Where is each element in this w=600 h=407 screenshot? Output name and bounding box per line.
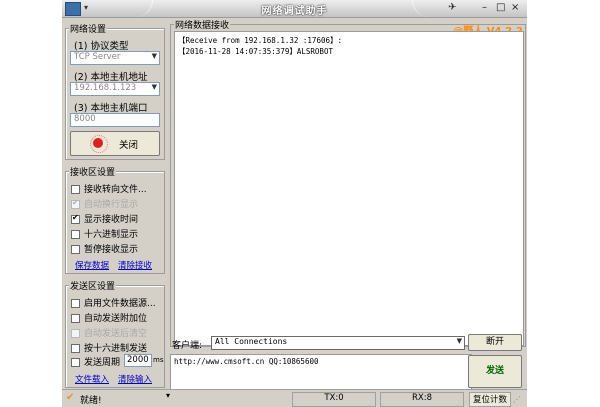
auto-clear-checkbox[interactable] <box>71 329 80 338</box>
auto-append-checkbox[interactable] <box>71 314 80 323</box>
data-panel: 网络数据接收 @野人 V4.2.2 【Receive from 192.168.… <box>166 18 527 394</box>
window-title: 网络调试助手 <box>261 6 328 17</box>
minimize-button[interactable]: – <box>482 2 487 13</box>
chevron-down-icon: ▼ <box>151 83 157 91</box>
checkmark-icon: ✔ <box>72 213 79 222</box>
host-value: 192.168.1.123 <box>74 83 137 93</box>
rx-text-area[interactable]: 【Receive from 192.168.1.32 :17606】: 【201… <box>174 31 524 346</box>
file-source-checkbox[interactable] <box>71 299 80 308</box>
send-button[interactable]: 发送 <box>468 355 522 388</box>
close-connection-label: 关闭 <box>119 140 139 151</box>
auto-wrap-label: 自动换行显示 <box>84 200 139 210</box>
chevron-down-icon: ▼ <box>456 337 462 345</box>
send-text: http://www.cmsoft.cn QQ:10865600 <box>174 357 319 366</box>
rx-to-file-checkbox[interactable] <box>71 185 80 194</box>
clear-rx-link[interactable]: 清除接收 <box>118 259 152 271</box>
send-period-input[interactable]: 2000 <box>124 354 152 367</box>
rx-line: 【2016-11-28 14:07:35:379】ALSROBOT <box>178 47 333 56</box>
pin-icon[interactable]: ✈ <box>448 2 456 13</box>
file-source-label: 启用文件数据源... <box>84 299 156 309</box>
client-value: All Connections <box>215 337 288 346</box>
reset-counter-button[interactable]: 复位计数 <box>469 392 511 407</box>
save-data-link[interactable]: 保存数据 <box>75 259 109 271</box>
port-value: 8000 <box>74 114 96 124</box>
protocol-select[interactable]: TCP Server ▼ <box>70 51 160 65</box>
status-led-icon <box>93 138 103 148</box>
rx-line: 【Receive from 192.168.1.32 :17606】: <box>178 36 343 45</box>
pause-rx-checkbox[interactable] <box>71 245 80 254</box>
pause-rx-label: 暂停接收显示 <box>84 245 139 255</box>
ready-icon: ✔ <box>66 392 75 403</box>
auto-append-label: 自动发送附加位 <box>84 314 148 324</box>
host-label: (2) 本地主机地址 <box>74 72 148 83</box>
send-period-unit: ms <box>153 356 164 364</box>
close-connection-button[interactable]: 关闭 <box>70 131 160 156</box>
status-bar: ✔ 就绪! ▾ TX:0 RX:8 复位计数 ⋰ <box>62 389 527 407</box>
rx-settings-title: 接收区设置 <box>69 165 117 178</box>
port-label: (3) 本地主机端口 <box>74 103 148 114</box>
send-period-value: 2000 <box>127 355 149 365</box>
protocol-value: TCP Server <box>74 52 121 62</box>
tx-settings-title: 发送区设置 <box>69 279 117 292</box>
load-file-link[interactable]: 文件载入 <box>75 373 109 385</box>
disconnect-button[interactable]: 断开 <box>468 334 522 351</box>
protocol-label: (1) 协议类型 <box>74 41 129 52</box>
close-window-button[interactable]: × <box>511 2 519 13</box>
resize-grip-icon[interactable]: ⋰ <box>513 395 521 404</box>
host-select[interactable]: 192.168.1.123 ▼ <box>70 82 160 96</box>
net-settings-title: 网络设置 <box>69 22 108 35</box>
hex-display-checkbox[interactable] <box>71 230 80 239</box>
ready-text: 就绪! <box>80 396 102 406</box>
rx-area-title: 网络数据接收 <box>174 18 231 31</box>
port-input[interactable]: 8000 <box>70 113 160 127</box>
send-period-label: 发送周期 <box>84 358 121 368</box>
checkmark-icon: ✔ <box>72 198 79 207</box>
hex-send-label: 按十六进制发送 <box>84 344 148 354</box>
tx-counter: TX:0 <box>292 392 376 407</box>
client-label: 客户端: <box>172 341 203 351</box>
app-window: ▾ 网络调试助手 ✈ – □ × 网络设置 (1) 协议类型 TCP Serve… <box>62 0 527 407</box>
clear-input-link[interactable]: 清除输入 <box>118 373 152 385</box>
title-bar[interactable]: ▾ 网络调试助手 ✈ – □ × <box>62 0 527 18</box>
send-period-checkbox[interactable] <box>71 358 80 367</box>
hex-send-checkbox[interactable] <box>71 344 80 353</box>
chevron-down-icon: ▼ <box>151 52 157 60</box>
rx-to-file-label: 接收转向文件... <box>84 185 147 195</box>
show-time-label: 显示接收时间 <box>84 215 139 225</box>
settings-panel: 网络设置 (1) 协议类型 TCP Server ▼ (2) 本地主机地址 19… <box>62 18 166 390</box>
auto-clear-label: 自动发送后清空 <box>84 329 148 339</box>
send-text-area[interactable]: http://www.cmsoft.cn QQ:10865600 <box>170 354 472 394</box>
status-divider: ▾ <box>166 391 171 400</box>
maximize-button[interactable]: □ <box>496 2 505 13</box>
hex-display-label: 十六进制显示 <box>84 230 139 240</box>
client-select[interactable]: All Connections ▼ <box>211 336 465 350</box>
rx-counter: RX:8 <box>380 392 464 407</box>
